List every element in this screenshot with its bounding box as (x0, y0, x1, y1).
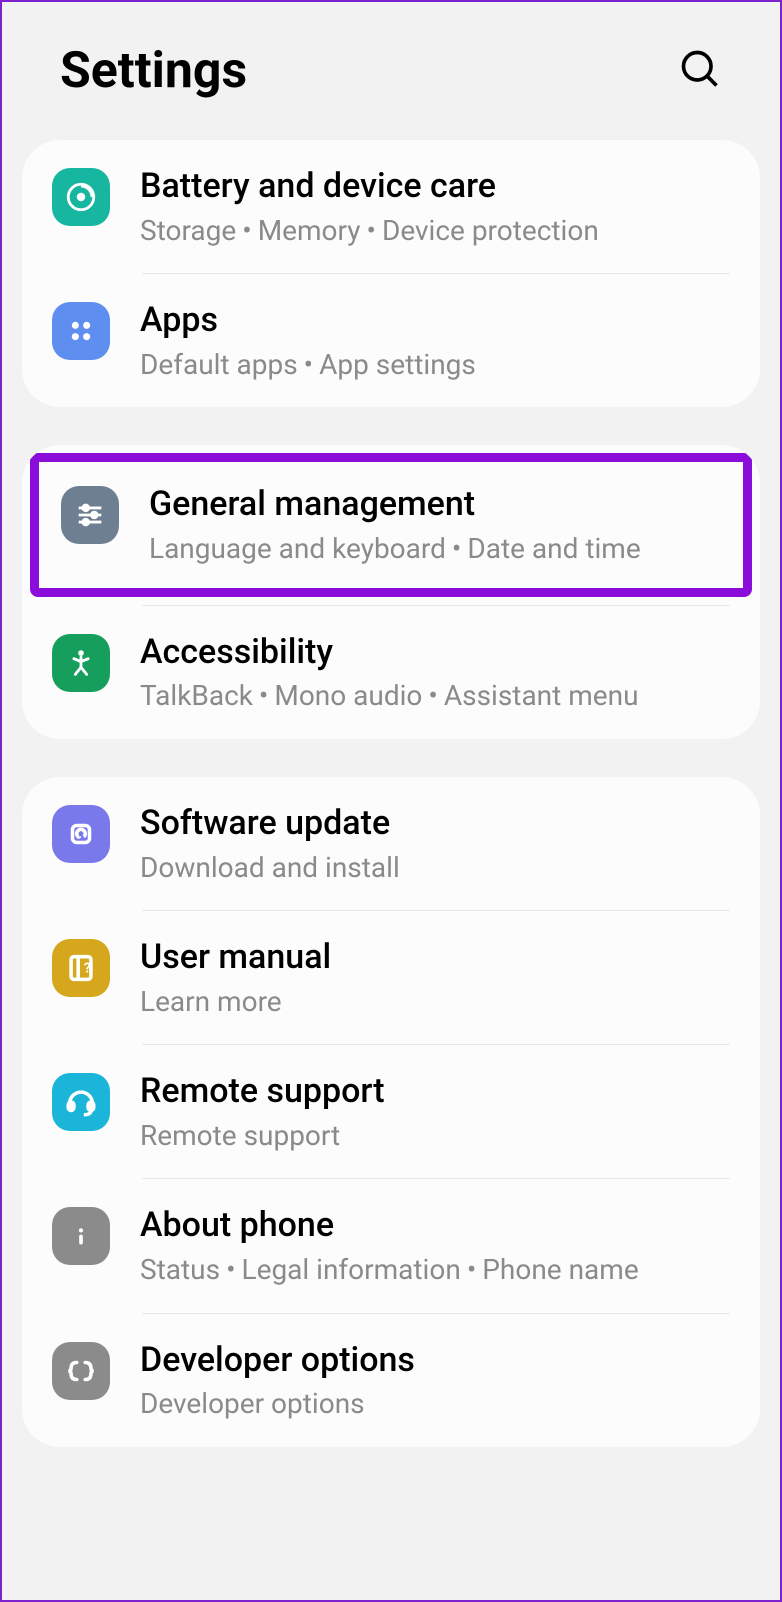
item-subtitle: Learn more (140, 984, 730, 1020)
settings-item-accessibility[interactable]: Accessibility TalkBack•Mono audio•Assist… (22, 606, 760, 739)
item-title: Remote support (140, 1071, 730, 1112)
settings-item-remote-support[interactable]: Remote support Remote support (22, 1045, 760, 1178)
developer-icon (52, 1342, 110, 1400)
item-title: Battery and device care (140, 166, 730, 207)
settings-item-user-manual[interactable]: ? User manual Learn more (22, 911, 760, 1044)
item-subtitle: TalkBack•Mono audio•Assistant menu (140, 678, 730, 714)
item-subtitle: Developer options (140, 1386, 730, 1422)
settings-item-apps[interactable]: Apps Default apps•App settings (22, 274, 760, 407)
item-title: User manual (140, 937, 730, 978)
settings-item-software-update[interactable]: Software update Download and install (22, 777, 760, 910)
settings-group: Software update Download and install ? U… (22, 777, 760, 1447)
item-title: Accessibility (140, 632, 730, 673)
settings-item-about-phone[interactable]: About phone Status•Legal information•Pho… (22, 1179, 760, 1312)
item-title: Software update (140, 803, 730, 844)
info-icon (52, 1207, 110, 1265)
settings-item-battery-device-care[interactable]: Battery and device care Storage•Memory•D… (22, 140, 760, 273)
update-icon (52, 805, 110, 863)
settings-group: General management Language and keyboard… (22, 445, 760, 738)
item-subtitle: Remote support (140, 1118, 730, 1154)
search-icon[interactable] (678, 47, 722, 95)
apps-icon (52, 302, 110, 360)
item-title: Apps (140, 300, 730, 341)
item-subtitle: Download and install (140, 850, 730, 886)
battery-care-icon (52, 168, 110, 226)
item-title: General management (149, 484, 721, 525)
item-title: About phone (140, 1205, 730, 1246)
page-title: Settings (60, 42, 247, 100)
settings-group: Battery and device care Storage•Memory•D… (22, 140, 760, 407)
item-title: Developer options (140, 1340, 730, 1381)
settings-item-general-management[interactable]: General management Language and keyboard… (30, 453, 752, 596)
headset-icon (52, 1073, 110, 1131)
settings-item-developer-options[interactable]: Developer options Developer options (22, 1314, 760, 1447)
accessibility-icon (52, 634, 110, 692)
item-subtitle: Language and keyboard•Date and time (149, 531, 721, 567)
svg-text:?: ? (84, 960, 91, 976)
item-subtitle: Default apps•App settings (140, 347, 730, 383)
sliders-icon (61, 486, 119, 544)
manual-icon: ? (52, 939, 110, 997)
item-subtitle: Status•Legal information•Phone name (140, 1252, 730, 1288)
item-subtitle: Storage•Memory•Device protection (140, 213, 730, 249)
